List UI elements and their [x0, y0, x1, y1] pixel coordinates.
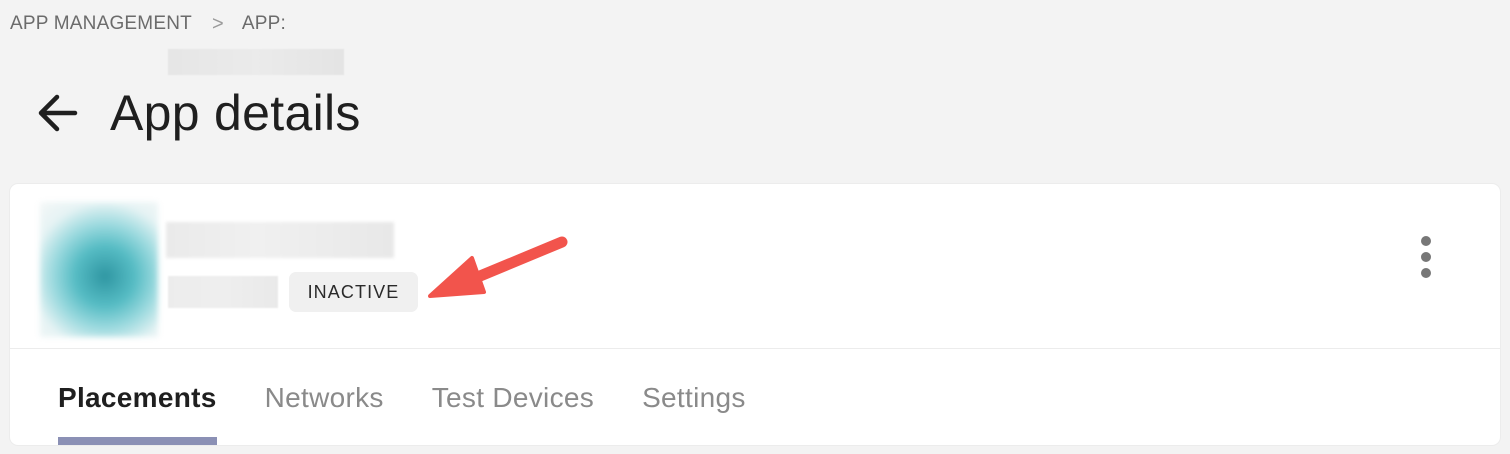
- arrow-left-icon: [38, 94, 78, 132]
- more-options-button[interactable]: [1414, 234, 1438, 280]
- page-header: App details: [34, 80, 361, 146]
- more-vertical-icon-dot: [1421, 252, 1431, 262]
- tab-bar: Placements Networks Test Devices Setting…: [58, 350, 794, 445]
- app-icon: [40, 202, 158, 337]
- more-vertical-icon: [1421, 236, 1431, 246]
- tab-test-devices[interactable]: Test Devices: [432, 350, 594, 445]
- annotation-arrow-icon: [428, 236, 568, 298]
- app-card: INACTIVE Placements Networks Test Device…: [10, 184, 1500, 445]
- tab-placements[interactable]: Placements: [58, 350, 217, 445]
- chevron-right-icon: >: [211, 12, 224, 35]
- breadcrumb-app-management[interactable]: APP MANAGEMENT: [10, 13, 192, 35]
- redacted-app-title: [166, 222, 394, 258]
- status-badge: INACTIVE: [289, 272, 418, 312]
- more-vertical-icon-dot: [1421, 268, 1431, 278]
- page-title: App details: [110, 85, 361, 141]
- redacted-app-platform: [168, 276, 278, 308]
- divider: [10, 348, 1500, 349]
- redacted-app-name: [168, 49, 344, 75]
- back-button[interactable]: [34, 90, 80, 136]
- tab-settings[interactable]: Settings: [642, 350, 746, 445]
- tab-networks[interactable]: Networks: [265, 350, 384, 445]
- breadcrumb: APP MANAGEMENT > APP:: [10, 11, 344, 75]
- breadcrumb-current-app: APP:: [241, 13, 286, 34]
